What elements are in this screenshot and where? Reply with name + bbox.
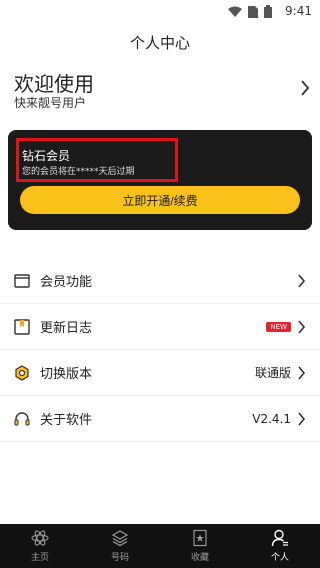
tab-home[interactable]: 主页 — [0, 524, 80, 568]
tab-favorites[interactable]: 收藏 — [160, 524, 240, 568]
page-title: 个人中心 — [129, 33, 190, 52]
menu-item-changelog[interactable]: 更新日志 NEW — [0, 304, 320, 350]
headset-icon — [14, 411, 30, 427]
menu-item-label: 关于软件 — [40, 413, 93, 428]
tab-label: 主页 — [30, 553, 49, 563]
vip-expiry: 您的会员将在*****天后过期 — [22, 167, 135, 177]
layers-icon — [111, 530, 129, 547]
menu-item-value: 联通版 — [254, 366, 291, 380]
welcome-subtitle: 快来靓号用户 — [14, 96, 87, 110]
tab-label: 收藏 — [190, 553, 209, 563]
bottom-tab-bar: 主页 号码 收藏 个人 — [0, 524, 320, 568]
tab-numbers[interactable]: 号码 — [80, 524, 160, 568]
menu-item-label: 会员功能 — [40, 275, 93, 290]
wifi-icon — [228, 6, 242, 17]
star-icon — [193, 529, 207, 547]
menu-item-about[interactable]: 关于软件 V2.4.1 — [0, 396, 320, 442]
vip-title: 钻石会员 — [22, 149, 71, 163]
menu-item-member-features[interactable]: 会员功能 — [0, 258, 320, 304]
menu-item-label: 切换版本 — [40, 367, 93, 382]
battery-icon — [264, 5, 272, 18]
tab-label: 个人 — [270, 553, 289, 563]
new-badge: NEW — [266, 321, 291, 332]
status-bar: 9:41 — [0, 0, 320, 24]
menu-item-value: V2.4.1 — [252, 411, 291, 426]
log-icon — [14, 318, 30, 335]
sim-icon — [248, 5, 258, 18]
chevron-right-icon — [298, 411, 306, 426]
chevron-right-icon — [301, 80, 310, 96]
menu-item-label: 更新日志 — [40, 321, 93, 336]
menu-item-switch-version[interactable]: 切换版本 联通版 — [0, 350, 320, 396]
atom-icon — [31, 530, 49, 546]
renew-button[interactable]: 立即开通/续费 — [20, 186, 300, 214]
card-icon — [14, 273, 30, 289]
header: 个人中心 — [0, 24, 320, 60]
status-icons — [228, 5, 272, 18]
chevron-right-icon — [298, 273, 306, 288]
person-icon — [271, 529, 288, 547]
chevron-right-icon — [298, 319, 306, 334]
tab-profile[interactable]: 个人 — [240, 524, 320, 568]
hex-nut-icon — [14, 364, 30, 381]
welcome-row[interactable]: 欢迎使用 快来靓号用户 — [14, 66, 310, 116]
chevron-right-icon — [298, 365, 306, 380]
welcome-title: 欢迎使用 — [14, 72, 94, 96]
clock: 9:41 — [285, 4, 312, 18]
vip-card: 钻石会员 您的会员将在*****天后过期 立即开通/续费 — [8, 130, 312, 230]
tab-label: 号码 — [110, 553, 129, 563]
settings-menu: 会员功能 更新日志 NEW 切换版本 联通版 关于软件 V2.4.1 — [0, 258, 320, 442]
